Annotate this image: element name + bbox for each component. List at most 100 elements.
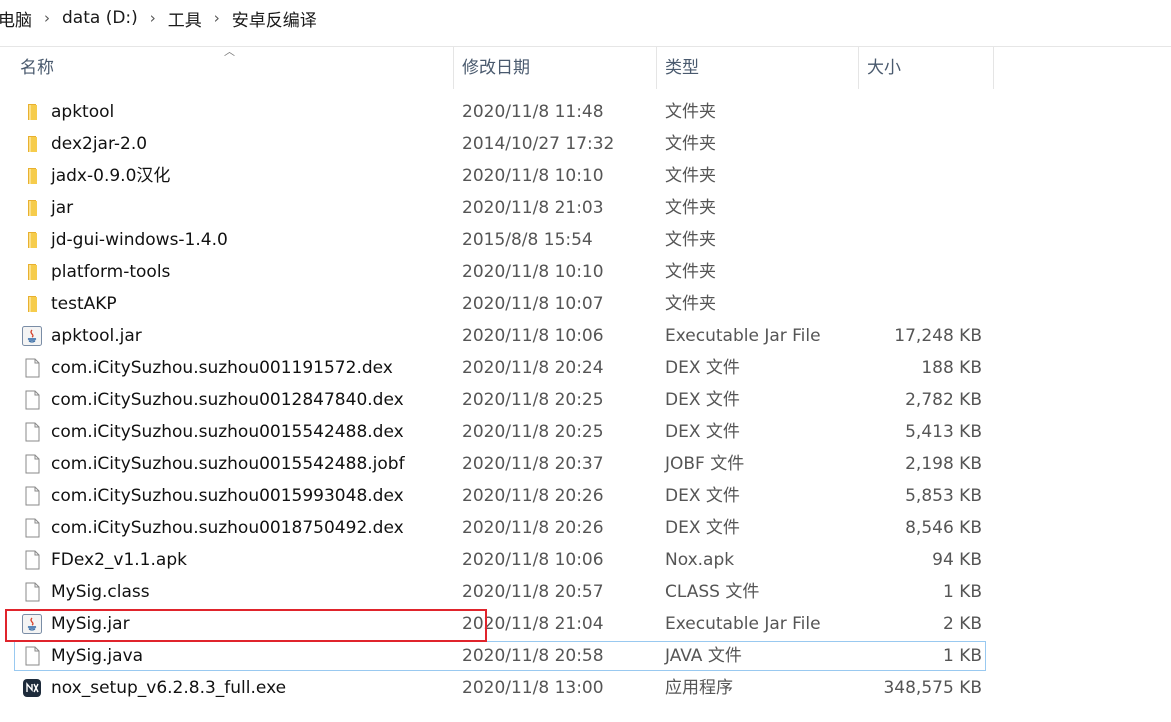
file-row[interactable]: nox_setup_v6.2.8.3_full.exe 2020/11/8 13:… [0,672,1171,704]
file-size: 1 KB [942,646,982,666]
file-row[interactable]: com.iCitySuzhou.suzhou0015542488.dex 2020… [0,416,1171,448]
file-row[interactable]: MySig.class 2020/11/8 20:57 CLASS 文件 1 KB [0,576,1171,608]
file-row[interactable]: apktool 2020/11/8 11:48 文件夹 [0,96,1171,128]
chevron-right-icon[interactable]: › [214,9,220,27]
file-type: 文件夹 [665,198,716,218]
file-name: apktool [51,102,115,122]
file-type: DEX 文件 [665,390,740,410]
chevron-right-icon[interactable]: › [150,9,156,27]
file-modified-date: 2020/11/8 20:57 [462,582,604,602]
file-row[interactable]: com.iCitySuzhou.suzhou0015993048.dex 2020… [0,480,1171,512]
file-name: nox_setup_v6.2.8.3_full.exe [51,678,287,698]
file-row[interactable]: jd-gui-windows-1.4.0 2015/8/8 15:54 文件夹 [0,224,1171,256]
file-name: MySig.java [51,646,144,666]
file-modified-date: 2020/11/8 10:10 [462,166,604,186]
file-row[interactable]: FDex2_v1.1.apk 2020/11/8 10:06 Nox.apk 94 K… [0,544,1171,576]
file-row[interactable]: com.iCitySuzhou.suzhou0012847840.dex 2020… [0,384,1171,416]
file-row[interactable]: com.iCitySuzhou.suzhou0015542488.jobf 202… [0,448,1171,480]
file-type: 文件夹 [665,262,716,282]
breadcrumb-item-current[interactable]: 安卓反编译 [232,6,317,31]
file-size: 5,853 KB [905,486,982,506]
column-header-date[interactable]: 修改日期 [454,47,656,89]
file-name: dex2jar-2.0 [51,134,148,154]
file-name: FDex2_v1.1.apk [51,550,187,570]
highlight-box [5,609,487,642]
file-name: com.iCitySuzhou.suzhou0012847840.dex [51,390,404,410]
file-size: 8,546 KB [905,518,982,538]
folder-icon [21,101,43,123]
file-modified-date: 2020/11/8 20:25 [462,390,604,410]
file-row[interactable]: apktool.jar 2020/11/8 10:06 Executable Jar… [0,320,1171,352]
file-modified-date: 2020/11/8 10:10 [462,262,604,282]
chevron-right-icon[interactable]: › [44,9,50,27]
file-modified-date: 2020/11/8 10:07 [462,294,604,314]
file-modified-date: 2014/10/27 17:32 [462,134,615,154]
breadcrumb-item-computer[interactable]: 电脑 [0,6,32,31]
file-name: jd-gui-windows-1.4.0 [51,230,228,250]
breadcrumb-item-tools[interactable]: 工具 [168,6,202,31]
file-icon [21,517,43,539]
breadcrumb: 电脑 › data (D:) › 工具 › 安卓反编译 [0,0,1171,36]
file-size [860,256,982,288]
file-type: Executable Jar File [665,614,821,634]
file-modified-date: 2020/11/8 13:00 [462,678,604,698]
java-jar-icon [21,325,43,347]
file-size [860,128,982,160]
file-type: 文件夹 [665,166,716,186]
file-name: com.iCitySuzhou.suzhou0015542488.dex [51,422,404,442]
file-icon [21,357,43,379]
file-row[interactable]: jadx-0.9.0汉化 2020/11/8 10:10 文件夹 [0,160,1171,192]
file-size [860,224,982,256]
column-header-name[interactable]: 名称 [12,47,452,89]
folder-icon [21,133,43,155]
file-modified-date: 2015/8/8 15:54 [462,230,593,250]
nox-app-icon [21,677,43,699]
file-row[interactable]: MySig.java 2020/11/8 20:58 JAVA 文件 1 KB [0,640,1171,672]
file-type: 文件夹 [665,230,716,250]
file-type: JOBF 文件 [665,454,745,474]
file-row[interactable]: dex2jar-2.0 2014/10/27 17:32 文件夹 [0,128,1171,160]
file-size: 348,575 KB [883,678,982,698]
column-header-type[interactable]: 类型 [657,47,858,89]
file-size: 1 KB [942,582,982,602]
file-icon [21,453,43,475]
file-icon [21,421,43,443]
column-resize-handle[interactable] [993,47,994,89]
file-name: com.iCitySuzhou.suzhou0018750492.dex [51,518,404,538]
file-type: 文件夹 [665,102,716,122]
file-name: jadx-0.9.0汉化 [51,166,171,186]
folder-icon [21,197,43,219]
file-name: com.iCitySuzhou.suzhou0015993048.dex [51,486,404,506]
file-name: testAKP [51,294,117,314]
file-name: MySig.class [51,582,150,602]
column-header-size[interactable]: 大小 [859,47,993,89]
file-icon [21,485,43,507]
folder-icon [21,229,43,251]
file-size: 17,248 KB [894,326,982,346]
folder-icon [21,293,43,315]
file-type: CLASS 文件 [665,582,760,602]
file-row[interactable]: jar 2020/11/8 21:03 文件夹 [0,192,1171,224]
file-modified-date: 2020/11/8 20:58 [462,646,604,666]
file-type: Executable Jar File [665,326,821,346]
file-row[interactable]: testAKP 2020/11/8 10:07 文件夹 [0,288,1171,320]
file-modified-date: 2020/11/8 10:06 [462,550,604,570]
file-row[interactable]: com.iCitySuzhou.suzhou001191572.dex 2020/… [0,352,1171,384]
file-icon [21,389,43,411]
file-row[interactable]: com.iCitySuzhou.suzhou0018750492.dex 2020… [0,512,1171,544]
file-type: JAVA 文件 [665,646,742,666]
file-name: jar [51,198,74,218]
file-icon [21,645,43,667]
file-icon [21,549,43,571]
file-size: 2,198 KB [905,454,982,474]
file-name: apktool.jar [51,326,142,346]
folder-icon [21,165,43,187]
file-size [860,160,982,192]
breadcrumb-item-drive[interactable]: data (D:) [62,8,138,28]
file-modified-date: 2020/11/8 21:03 [462,198,604,218]
file-size: 2,782 KB [905,390,982,410]
file-modified-date: 2020/11/8 20:24 [462,358,604,378]
file-modified-date: 2020/11/8 10:06 [462,326,604,346]
file-row[interactable]: platform-tools 2020/11/8 10:10 文件夹 [0,256,1171,288]
file-modified-date: 2020/11/8 11:48 [462,102,604,122]
